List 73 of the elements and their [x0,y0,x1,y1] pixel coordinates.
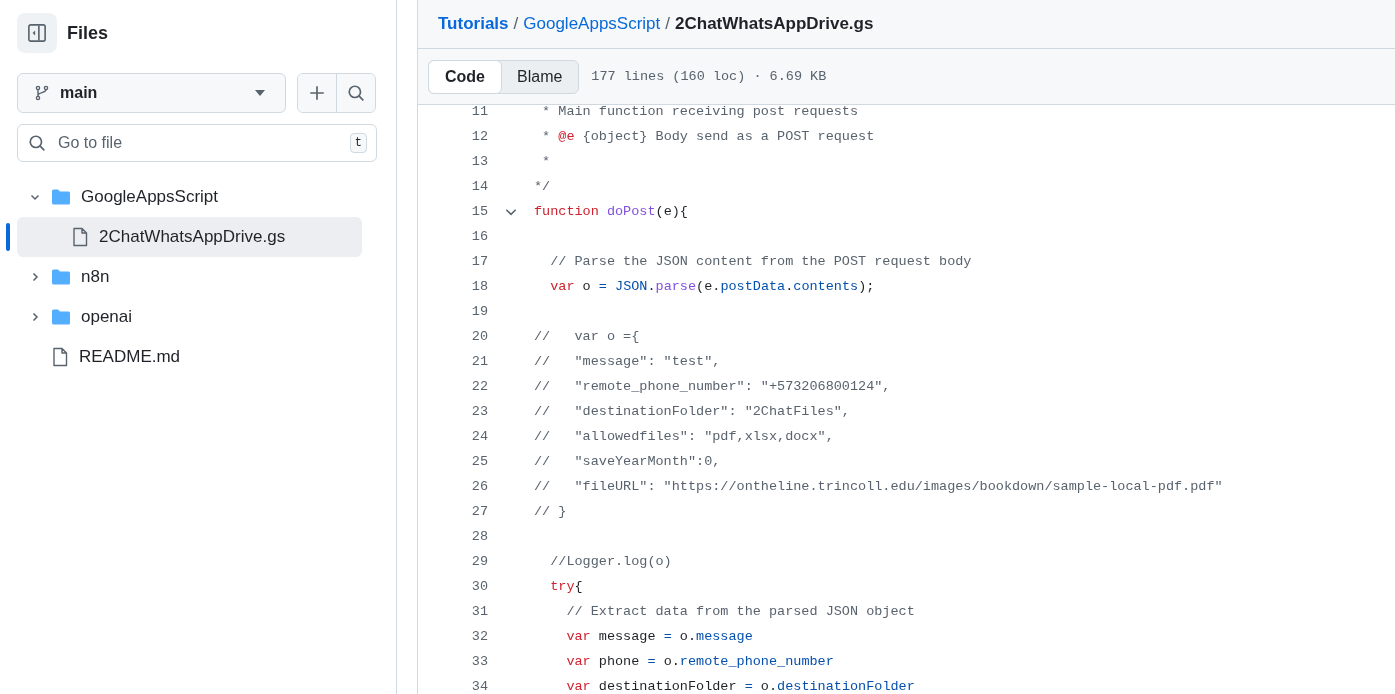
code-line: // "remote_phone_number": "+573206800124", [534,379,891,394]
search-icon [347,84,366,102]
search-icon [28,134,46,152]
line-number: 18 [470,279,488,294]
collapse-sidebar-button[interactable] [17,13,57,53]
line-number: 24 [470,429,488,444]
line-number: 29 [470,554,488,569]
code-line: // "destinationFolder": "2ChatFiles", [534,404,850,419]
sidebar-icon [27,23,47,43]
sidebar-title: Files [67,22,109,44]
line-number: 22 [470,379,488,394]
plus-icon [307,84,326,102]
code-line: var phone = o.remote_phone_number [565,654,834,669]
code-line: // "allowedfiles": "pdf,xlsx,docx", [534,429,834,444]
code-line: // "fileURL": "https://ontheline.trincoll.edu/images/bookdown/sample-local-pdf.pdf" [534,479,1223,494]
line-number: 17 [470,254,488,269]
folder-icon [51,268,71,286]
line-number: 21 [470,354,488,369]
repo-link[interactable]: Tutorials [438,14,509,34]
line-number: 25 [470,454,488,469]
folder-link[interactable]: GoogleAppsScript [523,14,661,34]
file-info: 177 lines (160 loc) · 6.69 KB [591,69,827,84]
folder-item[interactable]: openai [17,297,362,337]
line-number: 14 [470,179,488,194]
line-number: 34 [470,679,488,694]
line-number: 23 [470,404,488,419]
line-number: 30 [470,579,488,594]
code-line: * Main function receiving post requests [541,104,859,119]
file-name: 2ChatWhatsAppDrive.gs [675,14,874,34]
line-number: 16 [470,229,488,244]
code-line: // } [534,504,567,519]
file-icon [51,347,69,367]
code-line: // var o ={ [534,329,640,344]
file-item[interactable]: 2ChatWhatsAppDrive.gs [17,217,362,257]
view-tab[interactable]: Code [428,59,502,94]
path-separator: / [665,14,671,34]
code-line: // Parse the JSON content from the POST request body [549,254,972,269]
line-number: 26 [470,479,488,494]
folder-icon [51,308,71,326]
code-line: //Logger.log(o) [549,554,672,569]
search-button[interactable] [336,74,375,112]
line-number: 28 [470,529,488,544]
line-number: 20 [470,329,488,344]
line-number: 15 [470,204,488,219]
file-icon [71,227,89,247]
code-line: var o = JSON.parse(e.postData.contents); [549,279,875,294]
code-line: * [541,154,551,169]
line-number: 33 [470,654,488,669]
code-line: var message = o.message [565,629,753,644]
code-line: */ [534,179,551,194]
branch-selector[interactable]: main [17,73,286,113]
code-line: try{ [549,579,583,594]
code-line: * @e {object} Body send as a POST request [541,129,875,144]
line-number: 19 [470,304,488,319]
line-number: 12 [470,129,488,144]
code-line: var destinationFolder = o.destinationFolder [565,679,915,694]
folder-item[interactable]: GoogleAppsScript [17,177,362,217]
caret-icon [254,90,265,96]
code-line: // Extract data from the parsed JSON object [565,604,915,619]
line-number: 13 [470,154,488,169]
view-tab[interactable]: Blame [501,60,579,93]
folder-item[interactable]: n8n [17,257,362,297]
code-line: // "saveYearMonth":0, [534,454,721,469]
branch-icon [34,85,50,101]
code-line: function doPost(e){ [534,204,688,219]
code-line: // "message": "test", [534,354,721,369]
path-separator: / [513,14,519,34]
folder-icon [51,188,71,206]
file-item[interactable]: README.md [17,337,362,377]
line-number: 27 [470,504,488,519]
line-number: 31 [470,604,488,619]
line-number: 11 [470,104,488,119]
line-number: 32 [470,629,488,644]
